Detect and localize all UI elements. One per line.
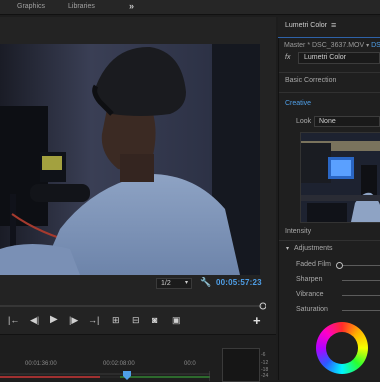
- mark-out-icon[interactable]: →|: [88, 315, 99, 325]
- color-wheel-center[interactable]: [326, 332, 358, 364]
- workspace-tab-libraries[interactable]: Libraries: [68, 3, 95, 10]
- saturation-slider[interactable]: [342, 310, 380, 311]
- insert-icon[interactable]: ⊞: [112, 315, 120, 325]
- master-clip-name: Master * DSC_3637.MOV: [284, 42, 365, 49]
- timeline-tick: 00:0: [184, 361, 196, 367]
- section-basic-correction[interactable]: Basic Correction: [285, 77, 336, 84]
- master-clip-selector[interactable]: Master * DSC_3637.MOV ▾ DS: [284, 42, 380, 49]
- divider: [279, 240, 380, 241]
- add-button[interactable]: +: [253, 313, 261, 328]
- step-back-icon[interactable]: ◀|: [30, 315, 39, 325]
- camera-icon[interactable]: ◙: [152, 315, 157, 325]
- effect-select[interactable]: Lumetri Color: [298, 52, 380, 64]
- look-preview-image: [301, 133, 380, 222]
- workspace-bar: Graphics Libraries »: [0, 0, 380, 15]
- sequence-clip-name: DS: [371, 42, 380, 49]
- audio-meter: [222, 348, 260, 382]
- look-label: Look: [296, 118, 312, 125]
- current-timecode[interactable]: 00:05:57:23: [216, 278, 262, 287]
- fx-icon: fx: [285, 54, 291, 61]
- meter-label: -24: [261, 373, 269, 379]
- sharpen-slider[interactable]: [342, 280, 380, 281]
- panel-title[interactable]: Lumetri Color: [285, 22, 327, 29]
- vibrance-slider[interactable]: [342, 295, 380, 296]
- faded-film-slider[interactable]: [338, 265, 380, 266]
- workspace-overflow-button[interactable]: »: [129, 1, 134, 11]
- monitor-scrubber[interactable]: [0, 302, 266, 310]
- overwrite-icon[interactable]: ⊟: [132, 315, 140, 325]
- section-adjustments[interactable]: Adjustments: [294, 245, 333, 252]
- look-value: None: [319, 118, 336, 125]
- workspace-tab-graphics[interactable]: Graphics: [17, 3, 45, 10]
- sharpen-label: Sharpen: [296, 276, 323, 283]
- chevron-down-icon: ▾: [184, 280, 188, 286]
- step-forward-icon[interactable]: |▶: [69, 315, 78, 325]
- resolution-select[interactable]: 1/2 ▾: [156, 278, 192, 289]
- look-select[interactable]: None: [314, 116, 380, 127]
- meter-label: -6: [261, 352, 266, 358]
- transport-controls: |← ◀| ▶ |▶ →| ⊞ ⊟ ◙ ▣: [0, 312, 276, 330]
- mark-in-icon[interactable]: |←: [8, 315, 19, 325]
- comparison-icon[interactable]: ▣: [172, 315, 181, 325]
- faded-film-knob[interactable]: [336, 262, 343, 269]
- divider: [279, 92, 380, 93]
- effect-value: Lumetri Color: [304, 54, 347, 61]
- resolution-value: 1/2: [161, 280, 171, 287]
- saturation-label: Saturation: [296, 306, 328, 313]
- divider: [279, 72, 380, 73]
- look-preview-thumbnail[interactable]: [300, 132, 380, 223]
- chevron-down-icon: ▾: [366, 43, 370, 49]
- timeline-tick: 00:02:08:00: [103, 361, 135, 367]
- panel-menu-icon[interactable]: ≡: [331, 20, 336, 30]
- meter-label: -12: [261, 360, 269, 366]
- timeline-tick: 00:01:36:00: [25, 361, 57, 367]
- wrench-icon[interactable]: 🔧: [200, 277, 211, 288]
- play-icon[interactable]: ▶: [50, 315, 58, 325]
- faded-film-label: Faded Film: [296, 261, 332, 268]
- program-monitor-video[interactable]: [0, 44, 260, 275]
- section-creative[interactable]: Creative: [285, 100, 311, 107]
- chevron-down-icon[interactable]: ▾: [286, 245, 289, 252]
- vibrance-label: Vibrance: [296, 291, 324, 298]
- intensity-label: Intensity: [285, 228, 312, 235]
- video-frame: [0, 44, 260, 275]
